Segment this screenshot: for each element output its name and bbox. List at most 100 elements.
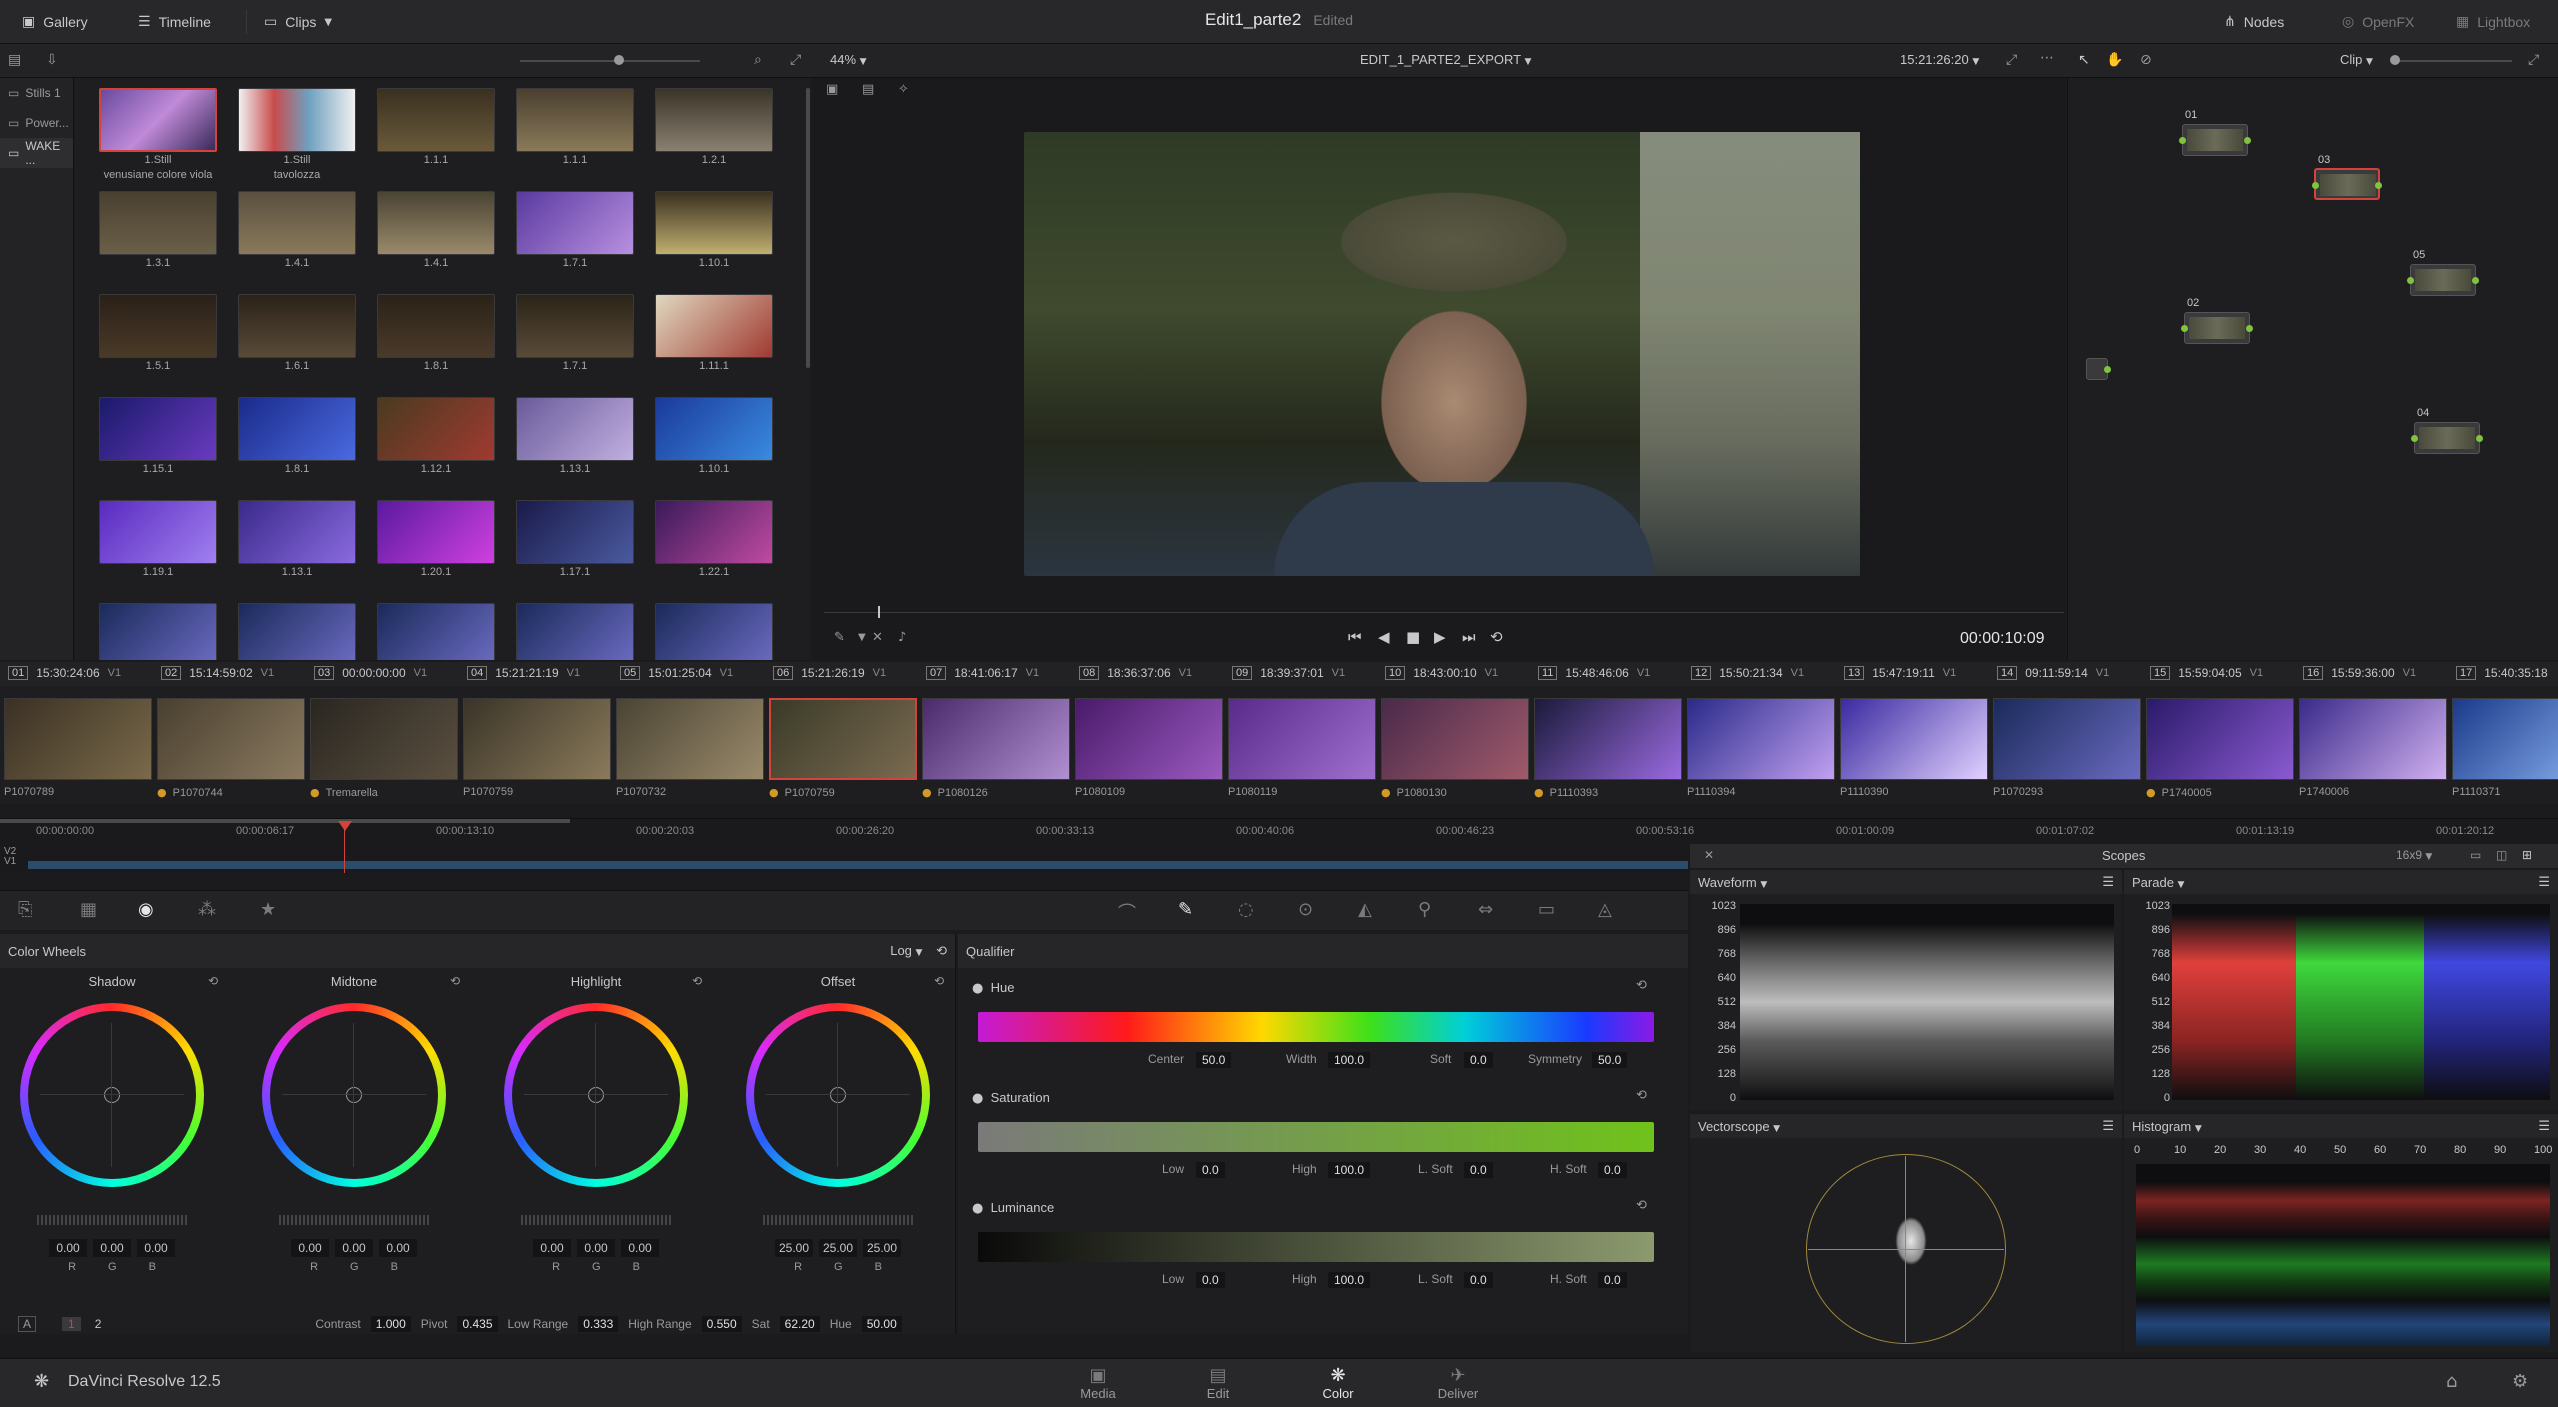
node-input[interactable] (2411, 435, 2418, 442)
still-thumbnail[interactable]: 1.22.1 (655, 500, 773, 579)
hsoft-value[interactable]: 0.0 (1598, 1162, 1627, 1178)
pointer-icon[interactable]: ↖ (2078, 52, 2090, 68)
album-item[interactable]: ▭ WAKE ... (0, 138, 73, 168)
still-thumbnail[interactable] (516, 603, 634, 660)
luminance-bar[interactable] (978, 1232, 1654, 1262)
window-icon[interactable]: ◌ (1238, 899, 1254, 920)
low-range-value[interactable]: 0.333 (578, 1316, 619, 1332)
color-wheels-icon[interactable]: ◉ (138, 899, 154, 920)
clip-strip-scrollbar[interactable] (0, 819, 570, 823)
shuffle-icon[interactable]: ✕ (872, 630, 883, 645)
page-tab-color[interactable]: ❋ Color (1298, 1365, 1378, 1401)
blur-icon[interactable]: ◭ (1358, 899, 1372, 920)
channel-value[interactable]: 25.00 (863, 1239, 901, 1257)
sat-value[interactable]: 62.20 (779, 1316, 820, 1332)
expand-icon[interactable]: ⤢ (2528, 52, 2539, 68)
tracker-icon[interactable]: ⊙ (1298, 899, 1313, 920)
still-thumbnail[interactable]: 1.2.1 (655, 88, 773, 167)
reset-icon[interactable]: ⟲ (450, 974, 460, 988)
node-zoom-slider[interactable] (2392, 60, 2512, 62)
sizing-icon[interactable]: ⇔ (1478, 899, 1493, 920)
settings-icon[interactable]: ☰ (2102, 1119, 2114, 1134)
qualifier-icon[interactable]: ✎ (1178, 899, 1193, 920)
still-thumbnail[interactable]: 1.13.1 (516, 397, 634, 476)
still-thumbnail[interactable]: 1.20.1 (377, 500, 495, 579)
color-node[interactable]: 01 (2179, 109, 2251, 156)
layout-dual-icon[interactable]: ◫ (2496, 848, 2507, 862)
node-input[interactable] (2407, 277, 2414, 284)
still-thumbnail[interactable]: 1.1.1 (377, 88, 495, 167)
page-tab-deliver[interactable]: ✈ Deliver (1418, 1365, 1498, 1401)
key-icon[interactable]: ⚲ (1418, 899, 1431, 920)
node-output[interactable] (2244, 137, 2251, 144)
loop-icon[interactable]: ⟲ (1490, 628, 1503, 646)
saturation-section-label[interactable]: ● Saturation (972, 1090, 1050, 1106)
color-match-icon[interactable]: ▦ (80, 899, 97, 920)
color-node[interactable]: 04 (2411, 407, 2483, 454)
still-thumbnail[interactable]: 1.11.1 (655, 294, 773, 373)
page-a-button[interactable]: A (18, 1316, 37, 1332)
reset-icon[interactable]: ⟲ (934, 974, 944, 988)
clip-thumbnail[interactable] (1228, 698, 1376, 780)
node-output[interactable] (2476, 435, 2483, 442)
channel-value[interactable]: 0.00 (335, 1239, 373, 1257)
still-thumbnail[interactable]: 1.3.1 (99, 191, 217, 270)
node-output[interactable] (2472, 277, 2479, 284)
curves-icon[interactable]: ⌒ (1118, 899, 1136, 925)
lightbox-button[interactable]: ▦ Lightbox (2456, 0, 2530, 44)
still-thumbnail[interactable]: 1.4.1 (377, 191, 495, 270)
timeline-track[interactable] (28, 861, 1688, 869)
still-thumbnail[interactable]: 1.4.1 (238, 191, 356, 270)
still-thumbnail[interactable]: 1.7.1 (516, 294, 634, 373)
still-thumbnail[interactable]: 1.8.1 (377, 294, 495, 373)
clip-thumbnail[interactable] (1381, 698, 1529, 780)
page-1-button[interactable]: 1 (62, 1317, 81, 1331)
more-icon[interactable]: ⋯ (2040, 50, 2054, 66)
clip-thumbnail[interactable] (157, 698, 305, 780)
settings-icon[interactable]: ⚙ (2512, 1371, 2528, 1392)
channel-value[interactable]: 25.00 (775, 1239, 813, 1257)
hand-icon[interactable]: ✋ (2106, 52, 2123, 68)
center-value[interactable]: 50.0 (1196, 1052, 1232, 1068)
lsoft-value[interactable]: 0.0 (1464, 1162, 1493, 1178)
reverse-play-icon[interactable]: ◀ (1378, 628, 1390, 646)
effects-icon[interactable]: ◬ (1598, 899, 1612, 920)
node-input[interactable] (2179, 137, 2186, 144)
clip-mode-dropdown[interactable]: Clip ▼ (2340, 52, 2373, 67)
still-thumbnail[interactable] (238, 603, 356, 660)
zoom-dropdown[interactable]: 44% ▼ (830, 52, 867, 67)
chevron-down-icon[interactable]: ▼ (2195, 1124, 2202, 1134)
settings-icon[interactable]: ☰ (2102, 875, 2114, 890)
high-range-value[interactable]: 0.550 (701, 1316, 742, 1332)
eyedropper-icon[interactable]: ✎ (834, 630, 845, 645)
low-value[interactable]: 0.0 (1196, 1162, 1225, 1178)
master-wheel-slider[interactable] (37, 1215, 187, 1225)
viewer-frame[interactable] (1024, 132, 1860, 576)
still-thumbnail[interactable]: 1.5.1 (99, 294, 217, 373)
source-timecode[interactable]: 15:21:26:20 ▼ (1900, 52, 1979, 67)
source-input[interactable] (2086, 358, 2111, 380)
master-wheel-slider[interactable] (763, 1215, 913, 1225)
playhead-marker[interactable] (338, 821, 352, 831)
width-value[interactable]: 100.0 (1328, 1052, 1371, 1068)
bypass-icon[interactable]: ⊘ (2140, 52, 2152, 68)
still-thumbnail[interactable]: 1.10.1 (655, 191, 773, 270)
clip-thumbnail[interactable] (1075, 698, 1223, 780)
album-item[interactable]: ▭ Power... (0, 108, 73, 138)
node-output[interactable] (2246, 325, 2253, 332)
scrubber-playhead[interactable] (878, 606, 880, 618)
clip-thumbnail[interactable] (310, 698, 458, 780)
clip-thumbnail[interactable] (463, 698, 611, 780)
album-item[interactable]: ▭ Stills 1 (0, 78, 73, 108)
page-2-button[interactable]: 2 (91, 1317, 106, 1331)
pivot-value[interactable]: 0.435 (457, 1316, 498, 1332)
node-output[interactable] (2104, 366, 2111, 373)
node-input[interactable] (2181, 325, 2188, 332)
expand-icon[interactable]: ⤢ (2006, 52, 2017, 68)
gallery-scrollbar[interactable] (806, 88, 810, 368)
hue-section-label[interactable]: ● Hue (972, 980, 1014, 996)
clip-thumbnail[interactable] (922, 698, 1070, 780)
highlight-icon[interactable]: ✧ (898, 82, 909, 97)
still-thumbnail[interactable]: 1.6.1 (238, 294, 356, 373)
high-value[interactable]: 100.0 (1328, 1162, 1371, 1178)
